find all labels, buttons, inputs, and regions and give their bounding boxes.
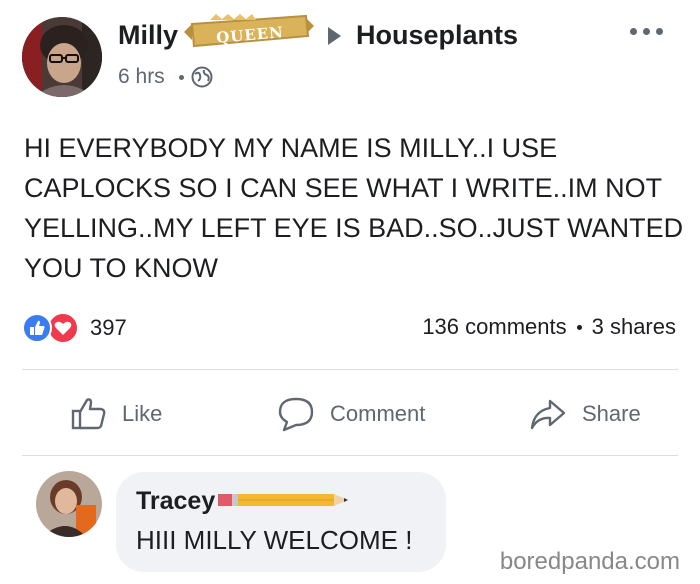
engagement-stats: 136 comments 3 shares: [422, 314, 676, 340]
comment-text: HIII MILLY WELCOME !: [136, 525, 413, 555]
reaction-count: 397: [90, 315, 127, 340]
more-icon[interactable]: [626, 23, 666, 39]
separator-dot: [179, 75, 184, 80]
comments-count[interactable]: 136 comments: [422, 314, 566, 340]
author-avatar[interactable]: [22, 17, 102, 97]
globe-icon: [191, 66, 213, 88]
comment-bubble-icon: [276, 395, 316, 433]
like-label: Like: [122, 401, 163, 426]
like-button[interactable]: Like: [70, 394, 162, 434]
comment-label: Comment: [330, 401, 426, 426]
share-arrow-icon: [528, 395, 568, 433]
comment-button[interactable]: Comment: [276, 394, 425, 434]
thumbs-up-icon: [70, 395, 108, 433]
post-body-text: HI EVERYBODY MY NAME IS MILLY..I USE CAP…: [24, 133, 684, 283]
author-name[interactable]: Milly: [118, 20, 178, 51]
separator-dot: [576, 324, 582, 330]
arrow-right-icon: [328, 27, 341, 45]
shares-count[interactable]: 3 shares: [592, 314, 676, 340]
share-button[interactable]: Share: [528, 394, 641, 434]
group-name[interactable]: Houseplants: [356, 20, 518, 51]
commenter-avatar[interactable]: [36, 471, 102, 537]
watermark: boredpanda.com: [495, 548, 684, 576]
facebook-post: Milly QUEEN Houseplants 6 hrs HI EVERYBO…: [0, 0, 700, 584]
divider: [22, 369, 678, 370]
divider: [22, 455, 678, 456]
pencil-icon: [218, 488, 358, 512]
share-label: Share: [582, 401, 641, 426]
reactions-summary[interactable]: 397: [22, 311, 222, 345]
commenter-name[interactable]: Tracey: [136, 487, 215, 516]
like-reaction-icon: [22, 313, 52, 343]
post-timestamp[interactable]: 6 hrs: [118, 65, 165, 89]
